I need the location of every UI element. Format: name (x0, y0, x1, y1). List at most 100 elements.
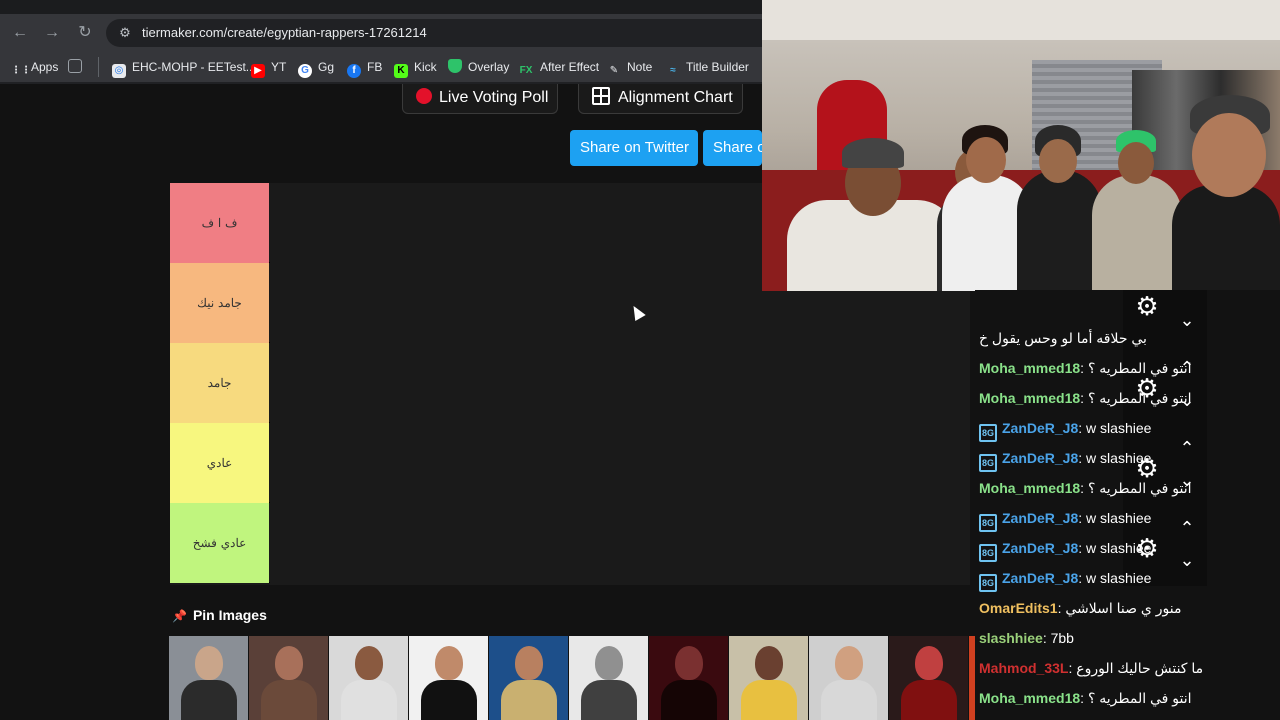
chat-username[interactable]: OmarEdits1 (979, 600, 1058, 616)
stream-chat: بي حلاقه أما لو وحس يقول خ Moha_mmed18: … (975, 290, 1280, 720)
chat-message: slashhiee: 7bb (979, 626, 1074, 650)
chat-username[interactable]: Moha_mmed18 (979, 390, 1080, 406)
chevron-up-icon[interactable]: ⌃ (1176, 518, 1198, 538)
pushpin-icon: 📌 (172, 609, 187, 623)
tab-groups-icon (68, 59, 82, 73)
url-text[interactable]: tiermaker.com/create/egyptian-rappers-17… (142, 25, 427, 40)
bookmarks-divider (98, 57, 99, 77)
tier-row: عادي (170, 423, 970, 503)
chat-username[interactable]: Moha_mmed18 (979, 690, 1080, 706)
chat-username[interactable]: ZanDeR_J8 (1002, 540, 1078, 556)
chat-message: Moha_mmed18: انتو في المطريه ؟ (979, 686, 1192, 710)
gear-icon[interactable]: ⚙ (1133, 534, 1161, 562)
tier-label[interactable]: ف ا ف (170, 183, 269, 263)
bookmark-after-effect[interactable]: FX After Effect (518, 59, 600, 76)
bookmark-gg[interactable]: G Gg (298, 59, 335, 78)
forward-arrow-icon[interactable]: → (42, 23, 62, 43)
bookmark-kick[interactable]: K Kick (394, 59, 437, 78)
gear-icon[interactable]: ⚙ (1133, 292, 1161, 320)
chat-username[interactable]: ZanDeR_J8 (1002, 570, 1078, 586)
globe-icon: ◎ (112, 64, 126, 78)
chat-username[interactable]: ZanDeR_J8 (1002, 450, 1078, 466)
live-voting-poll-button[interactable]: Live Voting Poll (402, 84, 558, 114)
pool-image[interactable] (409, 636, 488, 720)
pin-images-label: Pin Images (192, 607, 267, 623)
record-dot-icon (416, 88, 432, 104)
bookmark-label: YT (271, 60, 287, 74)
tier-row: جامد (170, 343, 970, 423)
bookmark-title-builder[interactable]: ≈ Title Builder (666, 59, 749, 76)
chevron-down-icon[interactable]: ⌄ (1176, 390, 1198, 410)
chat-badge-icon: 8G (979, 544, 997, 562)
bookmark-label: Gg (318, 60, 335, 74)
tier-drop-zone[interactable] (270, 343, 970, 423)
chat-username[interactable]: ZanDeR_J8 (1002, 510, 1078, 526)
gear-icon[interactable]: ⚙ (1133, 454, 1161, 482)
tier-label[interactable]: عادي فشخ (170, 503, 269, 583)
chat-message: OmarEdits1: منور ي صنا اسلاشي (979, 596, 1181, 620)
chevron-down-icon[interactable]: ⌄ (1176, 310, 1198, 330)
tier-drop-zone[interactable] (270, 503, 970, 583)
live-voting-label: Live Voting Poll (439, 89, 549, 106)
youtube-icon: ▶ (251, 64, 265, 78)
webcam-ceiling (762, 0, 1280, 40)
bookmark-label: Apps (31, 60, 59, 74)
chat-message: 8G ZanDeR_J8: w slashiee (979, 566, 1151, 592)
back-arrow-icon[interactable]: ← (10, 23, 30, 43)
site-info-icon[interactable]: ⚙ (116, 24, 134, 42)
apps-grid-icon: ⋮⋮ (11, 65, 31, 76)
chat-badge-icon: 8G (979, 514, 997, 532)
chat-message: Mahmod_33L: ما كنتش حاليك الوروع (979, 656, 1203, 680)
bookmark-overlay[interactable]: Overlay (448, 59, 509, 75)
pool-image[interactable] (169, 636, 248, 720)
chevron-up-icon[interactable]: ⌃ (1176, 438, 1198, 458)
chat-text: : w slashiee (1078, 510, 1152, 526)
chevron-up-icon[interactable]: ⌃ (1176, 358, 1198, 378)
share-other-button[interactable]: Share o (703, 130, 762, 166)
chat-username[interactable]: Mahmod_33L (979, 660, 1068, 676)
tier-label[interactable]: جامد نيك (170, 263, 269, 343)
chat-badge-icon: 8G (979, 454, 997, 472)
share-twitter-button[interactable]: Share on Twitter (570, 130, 698, 166)
bookmark-apps[interactable]: ⋮⋮Apps (11, 59, 59, 76)
webcam-person (1172, 95, 1280, 291)
google-icon: G (298, 64, 312, 78)
bookmark-yt[interactable]: ▶ YT (251, 59, 287, 78)
gear-icon[interactable]: ⚙ (1133, 374, 1161, 402)
chat-text: : ما كنتش حاليك الوروع (1068, 660, 1204, 676)
pool-image[interactable] (329, 636, 408, 720)
alignment-chart-label: Alignment Chart (618, 89, 733, 106)
alignment-chart-button[interactable]: Alignment Chart (578, 84, 743, 114)
bookmark-note[interactable]: ✎ Note (607, 59, 653, 76)
tier-drop-zone[interactable] (270, 423, 970, 503)
chevron-down-icon[interactable]: ⌄ (1176, 470, 1198, 490)
pool-image[interactable] (569, 636, 648, 720)
bookmark-label: EHC-MOHP - EETest... (132, 60, 256, 74)
bookmark-fb[interactable]: f FB (347, 59, 382, 78)
tier-label[interactable]: جامد (170, 343, 269, 423)
note-icon: ✎ (609, 65, 619, 76)
reload-icon[interactable]: ↻ (75, 23, 95, 43)
shield-icon (448, 59, 462, 73)
pool-image[interactable] (809, 636, 888, 720)
pool-image[interactable] (489, 636, 568, 720)
pool-image[interactable] (729, 636, 808, 720)
chevron-down-icon[interactable]: ⌄ (1176, 550, 1198, 570)
chat-username[interactable]: ZanDeR_J8 (1002, 420, 1078, 436)
bookmark-tab-groups[interactable] (68, 59, 88, 75)
grid-icon (592, 87, 610, 105)
chat-username[interactable]: Moha_mmed18 (979, 360, 1080, 376)
bookmark-ehc[interactable]: ◎ EHC-MOHP - EETest... (112, 59, 256, 78)
pool-image[interactable] (649, 636, 728, 720)
fx-icon: FX (519, 65, 533, 76)
chat-username[interactable]: slashhiee (979, 630, 1043, 646)
bookmark-label: Note (627, 60, 653, 74)
pool-image[interactable] (889, 636, 968, 720)
facebook-icon: f (347, 64, 361, 78)
tier-label[interactable]: عادي (170, 423, 269, 503)
chat-username[interactable]: Moha_mmed18 (979, 480, 1080, 496)
chat-message-partial: بي حلاقه أما لو وحس يقول خ (979, 330, 1147, 346)
bookmark-label: After Effect (540, 60, 600, 74)
pin-images-toggle[interactable]: 📌 Pin Images (172, 607, 267, 623)
pool-image[interactable] (249, 636, 328, 720)
